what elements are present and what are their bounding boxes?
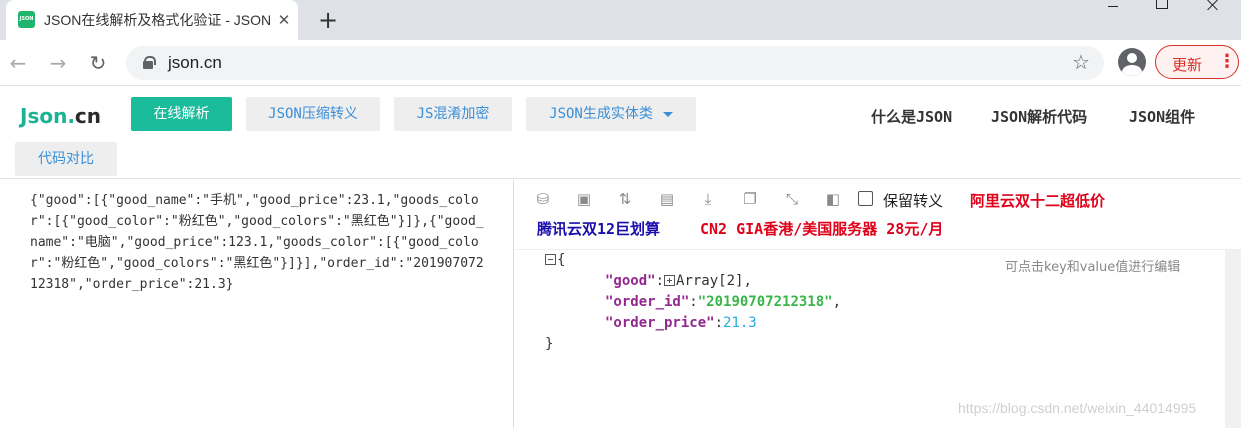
result-scrollbar[interactable] [1225,250,1241,428]
tab-close-icon[interactable]: ✕ [274,10,294,30]
ad-aliyun-link[interactable]: 阿里云双十二超低价 [970,190,1105,211]
bookmark-star-icon[interactable]: ☆ [1072,50,1090,74]
copy-icon[interactable]: ❐ [741,190,759,208]
minimize-icon[interactable] [1090,0,1136,14]
collapse-icon[interactable]: ⤡ [783,190,801,208]
browser-tabstrip: JSON JSON在线解析及格式化验证 - JSON.cn ✕ + [0,0,1241,40]
update-button[interactable]: 更新 ⋮ [1155,45,1239,79]
tree-row-order-price: "order_price":21.3 [605,315,757,331]
new-tab-button[interactable]: + [314,6,342,34]
tree-root-open: { [545,250,565,271]
update-label: 更新 [1172,56,1203,74]
result-toolbar: ⛁ ▣ ⇅ ▤ ⤓ ❐ ⤡ ◧ 保留转义 阿里云双十二超低价 腾讯云双12巨划算… [515,180,1241,250]
json-input-text[interactable]: {"good":[{"good_name":"手机","good_price":… [30,190,486,295]
browser-tab[interactable]: JSON JSON在线解析及格式化验证 - JSON.cn ✕ [6,0,298,40]
expand-toggle-icon[interactable] [664,275,676,286]
maximize-icon[interactable] [1138,0,1184,14]
address-bar[interactable]: json.cn ☆ [126,46,1104,80]
nav-compress-button[interactable]: JSON压缩转义 [246,97,380,131]
json-result-pane: ⛁ ▣ ⇅ ▤ ⤓ ❐ ⤡ ◧ 保留转义 阿里云双十二超低价 腾讯云双12巨划算… [515,180,1241,428]
window-close-icon[interactable] [1190,0,1236,14]
tree-key-good[interactable]: "good" [605,273,656,289]
lock-icon[interactable] [143,56,156,69]
profile-avatar-icon[interactable] [1118,48,1146,76]
trash-icon[interactable]: ▤ [658,190,676,208]
json-input-pane[interactable]: {"good":[{"good_name":"手机","good_price":… [0,180,514,428]
ad-tencent-link[interactable]: 腾讯云双12巨划算 [537,218,660,239]
keep-escape-checkbox[interactable] [858,191,873,206]
chevron-down-icon [662,111,673,117]
tree-key-order-id[interactable]: "order_id" [605,294,689,310]
nav-obfuscate-button[interactable]: JS混淆加密 [394,97,512,131]
nav-parse-button[interactable]: 在线解析 [131,97,232,131]
tree-value-order-id[interactable]: "20190707212318" [698,294,833,310]
tree-row-order-id: "order_id":"20190707212318", [605,294,842,310]
excel-icon[interactable]: ▣ [575,190,593,208]
favicon-icon: JSON [18,11,35,28]
tree-key-order-price[interactable]: "order_price" [605,315,715,331]
ad-cn2-link[interactable]: CN2 GIA香港/美国服务器 28元/月 [700,218,943,239]
nav-entity-dropdown[interactable]: JSON生成实体类 [526,97,696,131]
database-icon[interactable]: ⛁ [534,190,552,208]
menu-dots-icon[interactable]: ⋮ [1218,50,1236,74]
link-what-is-json[interactable]: 什么是JSON [871,106,952,127]
edit-hint: 可点击key和value值进行编辑 [1005,260,1181,275]
download-icon[interactable]: ⤓ [699,190,717,208]
tree-root-close: } [545,336,554,352]
site-header: Json.cn 在线解析 JSON压缩转义 JS混淆加密 JSON生成实体类 代… [0,87,1241,179]
watermark: https://blog.csdn.net/weixin_44014995 [958,400,1197,416]
url-text[interactable]: json.cn [168,53,222,73]
back-icon[interactable]: ← [4,49,32,77]
tree-value-good[interactable]: Array[2] [676,273,743,289]
sort-icon[interactable]: ⇅ [616,190,634,208]
reload-icon[interactable]: ↻ [84,49,112,77]
keep-escape-label: 保留转义 [883,192,944,210]
link-json-component[interactable]: JSON组件 [1129,106,1195,127]
nav-diff-button[interactable]: 代码对比 [15,142,117,176]
tree-value-order-price[interactable]: 21.3 [723,315,757,331]
link-json-code[interactable]: JSON解析代码 [991,106,1087,127]
browser-toolbar: ← → ↻ json.cn ☆ [0,40,1241,86]
collapse-toggle-icon[interactable] [545,254,556,265]
tab-title: JSON在线解析及格式化验证 - JSON.cn [44,12,270,28]
share-icon[interactable]: ◧ [824,190,842,208]
site-logo[interactable]: Json.cn [20,104,101,128]
forward-icon[interactable]: → [44,49,72,77]
tree-row-good: "good": Array[2], [605,273,752,289]
